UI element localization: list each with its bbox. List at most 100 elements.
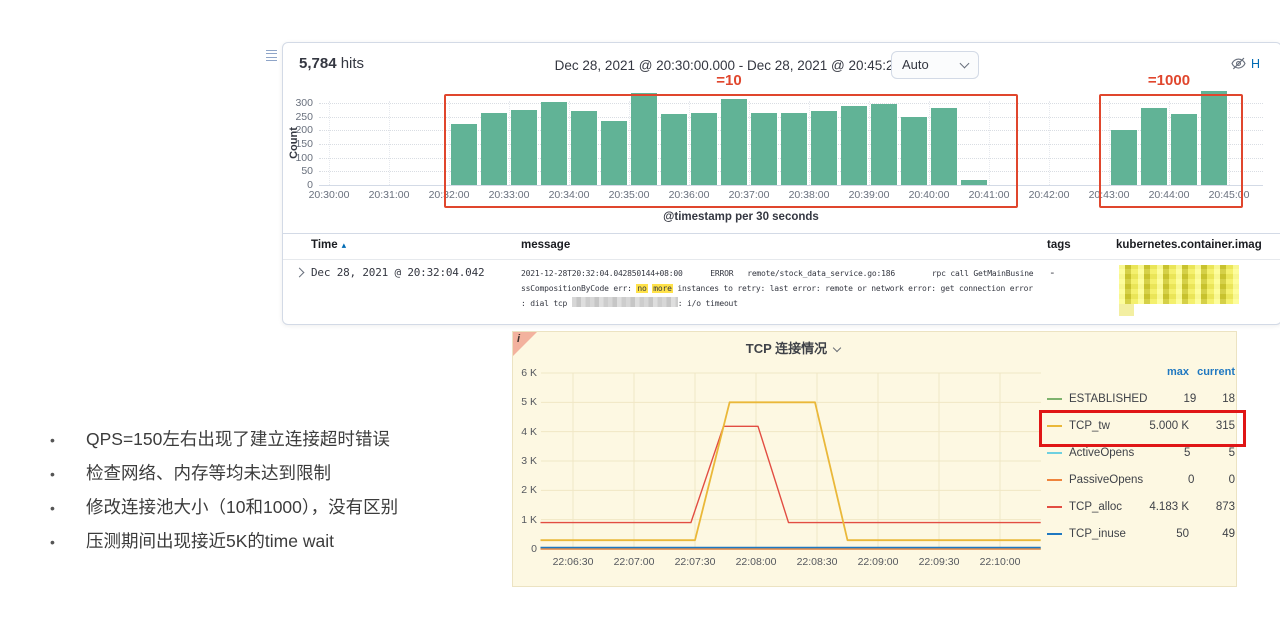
tcp-legend: max current ESTABLISHED1918TCP_tw5.000 K…	[1047, 358, 1235, 547]
legend-row-PassiveOpens[interactable]: PassiveOpens00	[1047, 466, 1235, 493]
bullet-icon: •	[42, 531, 86, 552]
legend-series-name: TCP_alloc	[1069, 501, 1131, 513]
divider	[283, 259, 1280, 260]
y-tick-label: 6 K	[513, 367, 537, 379]
legend-current-value: 49	[1189, 528, 1235, 540]
tcp-tw-highlight-box	[1039, 410, 1246, 447]
chevron-down-icon	[833, 344, 841, 352]
legend-max-value: 4.183 K	[1131, 501, 1189, 513]
legend-series-name: ActiveOpens	[1069, 447, 1134, 459]
note-text: 检查网络、内存等均未达到限制	[86, 463, 331, 484]
y-tick-label: 300	[283, 97, 313, 109]
annotation-label: =10	[444, 72, 1014, 89]
x-tick-label: 22:10:00	[970, 556, 1030, 568]
x-tick-label: 22:07:30	[665, 556, 725, 568]
legend-row-TCP_alloc[interactable]: TCP_alloc4.183 K873	[1047, 493, 1235, 520]
message-line-1: 2021-12-28T20:32:04.042850144+08:00 ERRO…	[521, 266, 1049, 281]
legend-max-value: 0	[1143, 474, 1194, 486]
legend-max-value: 19	[1147, 393, 1196, 405]
divider	[283, 233, 1280, 234]
redacted-container-image-block-small	[1119, 304, 1134, 316]
note-text: QPS=150左右出现了建立连接超时错误	[86, 429, 390, 450]
y-tick-label: 150	[283, 138, 313, 150]
y-tick-label: 2 K	[513, 484, 537, 496]
row-message: 2021-12-28T20:32:04.042850144+08:00 ERRO…	[521, 266, 1049, 311]
panel-title-label: TCP 连接情况	[746, 341, 827, 356]
bullet-icon: •	[42, 429, 86, 450]
legend-max-value: 50	[1131, 528, 1189, 540]
notes-list: •QPS=150左右出现了建立连接超时错误 •检查网络、内存等均未达到限制 •修…	[42, 429, 516, 565]
table-header: Time▴ message tags kubernetes.container.…	[283, 235, 1280, 259]
legend-row-TCP_inuse[interactable]: TCP_inuse5049	[1047, 520, 1235, 547]
column-header-time[interactable]: Time▴	[311, 239, 346, 251]
legend-color-dash	[1047, 533, 1062, 535]
x-tick-label: 22:07:00	[604, 556, 664, 568]
x-tick-label: 22:06:30	[543, 556, 603, 568]
x-tick-label: 22:08:00	[726, 556, 786, 568]
legend-max-value: 5	[1134, 447, 1190, 459]
bullet-icon: •	[42, 463, 86, 484]
legend-color-dash	[1047, 506, 1062, 508]
annotation-box	[1099, 94, 1243, 208]
column-header-message[interactable]: message	[521, 239, 570, 251]
y-tick-label: 0	[513, 543, 537, 555]
legend-series-name: PassiveOpens	[1069, 474, 1143, 486]
message-line-3: : dial tcp : i/o timeout	[521, 296, 1049, 311]
legend-current-value: 873	[1189, 501, 1235, 513]
legend-color-dash	[1047, 479, 1062, 481]
legend-series-name: ESTABLISHED	[1069, 393, 1147, 405]
note-text: 压测期间出现接近5K的time wait	[86, 531, 334, 552]
note-item: •修改连接池大小（10和1000），没有区别	[42, 497, 516, 518]
expand-row-icon[interactable]	[295, 268, 305, 278]
x-tick-label: 22:08:30	[787, 556, 847, 568]
y-tick-label: 4 K	[513, 426, 537, 438]
y-tick-label: 5 K	[513, 396, 537, 408]
redacted-container-image-block	[1119, 265, 1239, 304]
y-tick-label: 100	[283, 152, 313, 164]
legend-header-current[interactable]: current	[1189, 366, 1235, 378]
legend-current-value: 5	[1190, 447, 1235, 459]
note-item: •压测期间出现接近5K的time wait	[42, 531, 516, 552]
legend-current-value: 18	[1196, 393, 1235, 405]
legend-row-ESTABLISHED[interactable]: ESTABLISHED1918	[1047, 385, 1235, 412]
y-tick-label: 200	[283, 124, 313, 136]
y-tick-label: 1 K	[513, 514, 537, 526]
y-tick-label: 50	[283, 165, 313, 177]
drag-handle-icon[interactable]	[266, 50, 277, 64]
legend-header: max current	[1047, 358, 1235, 385]
legend-header-max[interactable]: max	[1131, 366, 1189, 378]
x-tick-label: 20:30:00	[299, 189, 359, 201]
x-axis-title: @timestamp per 30 seconds	[319, 211, 1163, 223]
message-text: : dial tcp	[521, 299, 572, 308]
bullet-icon: •	[42, 497, 86, 518]
column-header-tags[interactable]: tags	[1047, 239, 1071, 251]
message-text: instances to retry: last error: remote o…	[673, 284, 1033, 293]
column-header-time-label: Time	[311, 239, 338, 251]
message-line-2: ssCompositionByCode err: no more instanc…	[521, 281, 1049, 296]
x-tick-label: 20:42:00	[1019, 189, 1079, 201]
x-tick-label: 20:31:00	[359, 189, 419, 201]
message-text: : i/o timeout	[678, 299, 738, 308]
legend-series-name: TCP_inuse	[1069, 528, 1131, 540]
legend-current-value: 0	[1194, 474, 1235, 486]
note-item: •QPS=150左右出现了建立连接超时错误	[42, 429, 516, 450]
highlighted-term: no	[636, 284, 647, 293]
x-tick-label: 22:09:30	[909, 556, 969, 568]
row-time: Dec 28, 2021 @ 20:32:04.042	[311, 266, 484, 279]
series-line-TCP_alloc	[541, 426, 1041, 522]
legend-color-dash	[1047, 398, 1062, 400]
highlighted-term: more	[652, 284, 672, 293]
note-text: 修改连接池大小（10和1000），没有区别	[86, 497, 398, 518]
y-tick-label: 3 K	[513, 455, 537, 467]
annotation-label: =1000	[1099, 72, 1239, 89]
panel-title[interactable]: TCP 连接情况	[513, 338, 1073, 357]
legend-color-dash	[1047, 452, 1062, 454]
table-row: Dec 28, 2021 @ 20:32:04.042 2021-12-28T2…	[283, 261, 1280, 323]
grafana-panel: i TCP 连接情况 max current ESTABLISHED1918TC…	[512, 331, 1237, 587]
message-text: ssCompositionByCode err:	[521, 284, 636, 293]
annotation-box	[444, 94, 1018, 208]
row-tags: -	[1049, 266, 1056, 279]
kibana-discover-panel: 5,784 hits Dec 28, 2021 @ 20:30:00.000 -…	[282, 42, 1280, 325]
column-header-container-image[interactable]: kubernetes.container.imag	[1116, 239, 1262, 251]
redacted-ip-block	[572, 297, 678, 307]
